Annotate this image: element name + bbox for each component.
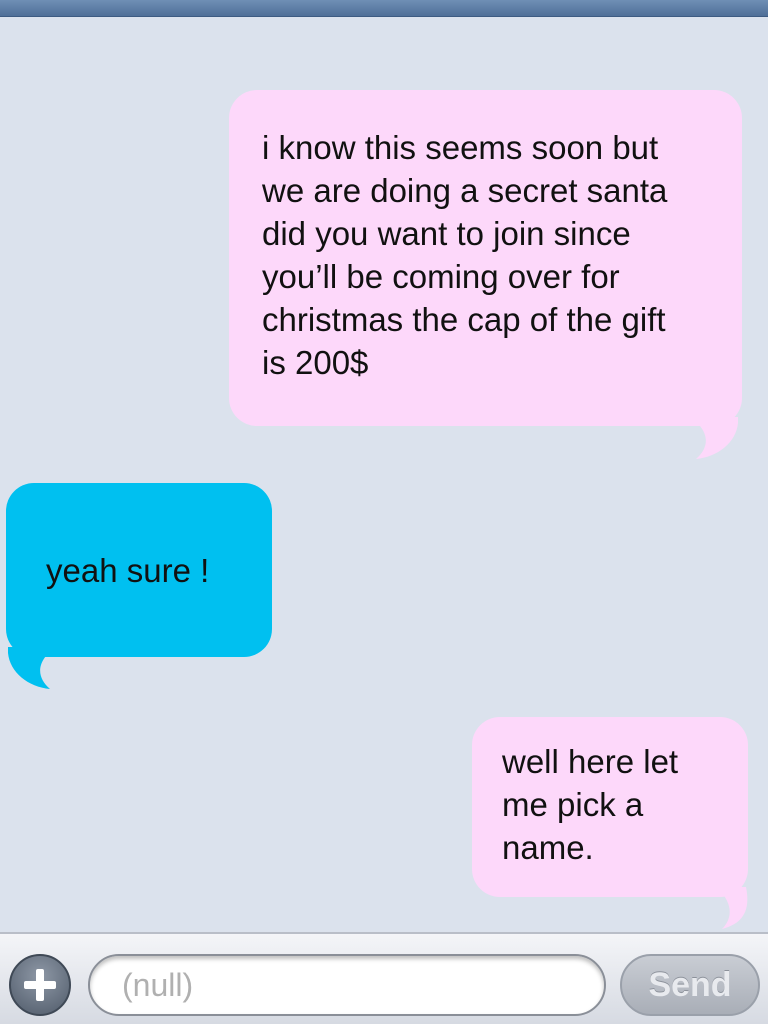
message-line: i know this seems soon but [262, 129, 659, 166]
top-bar [0, 0, 768, 17]
message-line: is 200$ [262, 344, 369, 381]
message-input[interactable] [88, 954, 606, 1016]
message-line: we are doing a secret santa [262, 172, 668, 209]
message-line: me pick a [502, 786, 644, 823]
bubble-tail [690, 417, 738, 459]
send-button[interactable]: Send [620, 954, 760, 1016]
bubble-tail [8, 647, 56, 689]
bubble-tail [716, 887, 748, 929]
message-bubble-sent[interactable]: well here let me pick a name. [472, 717, 748, 897]
add-attachment-button[interactable] [9, 954, 71, 1016]
message-thread[interactable]: i know this seems soon but we are doing … [0, 17, 768, 932]
message-line: christmas the cap of the gift [262, 301, 666, 338]
message-line: did you want to join since [262, 215, 631, 252]
message-line: you’ll be coming over for [262, 258, 620, 295]
plus-icon [24, 969, 56, 1001]
message-line: well here let [502, 743, 679, 780]
message-bubble-sent[interactable]: i know this seems soon but we are doing … [229, 90, 742, 426]
composer-bar: Send [0, 932, 768, 1024]
message-line: yeah sure ! [46, 551, 210, 589]
message-bubble-received[interactable]: yeah sure ! [6, 483, 272, 657]
message-line: name. [502, 829, 594, 866]
